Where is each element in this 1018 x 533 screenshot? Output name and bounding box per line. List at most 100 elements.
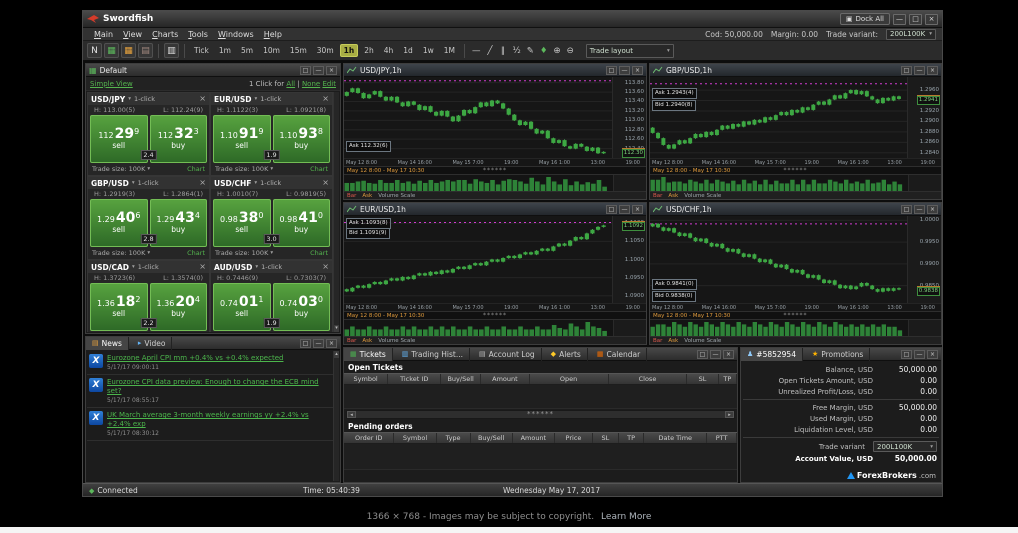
buy-button[interactable]: 1.36 20 4 buy — [149, 283, 207, 331]
sell-button[interactable]: 1.36 18 2 sell — [90, 283, 148, 331]
menu-tools[interactable]: Tools — [183, 30, 213, 39]
menu-view[interactable]: View — [118, 30, 147, 39]
chart-range-scrollbar[interactable]: May 12 8:00 - May 17 10:30 ****** — [650, 166, 941, 175]
chart-mode-bar[interactable]: Bar Ask Volume Scale — [344, 336, 646, 344]
close-icon[interactable]: × — [632, 65, 643, 75]
pair-selector[interactable]: USD/CAD — [91, 263, 129, 272]
menu-help[interactable]: Help — [259, 30, 287, 39]
column-header[interactable]: Order ID — [344, 433, 395, 443]
tab-account-number[interactable]: ♟ #5852954 — [741, 348, 803, 361]
one-click-none-link[interactable]: None — [302, 80, 320, 88]
column-header[interactable]: SL — [687, 374, 719, 384]
news-window-icon[interactable]: N — [87, 43, 102, 58]
news-item[interactable]: X UK March average 3-month weekly earnin… — [87, 408, 333, 442]
pair-selector[interactable]: EUR/USD — [214, 95, 251, 104]
minimize-icon[interactable]: — — [619, 204, 630, 214]
column-header[interactable]: Date Time — [644, 433, 708, 443]
menu-windows[interactable]: Windows — [213, 30, 259, 39]
column-header[interactable]: SL — [593, 433, 619, 443]
scroll-up-icon[interactable]: ▴ — [334, 351, 339, 358]
minimize-icon[interactable]: — — [914, 349, 925, 359]
chart-link[interactable]: Chart — [310, 249, 328, 257]
chart-plot[interactable]: Ask 1.1093(8) Bid 1.1091(9) — [344, 216, 613, 303]
chart-type-icon[interactable]: ▥ — [164, 43, 179, 58]
trade-size-select[interactable]: Trade size: 100K ▾ — [215, 249, 273, 257]
news-headline[interactable]: Eurozone April CPI mm +0.4% vs +0.4% exp… — [107, 354, 283, 363]
restore-icon[interactable]: □ — [697, 349, 708, 359]
news-item[interactable]: X Eurozone April CPI mm +0.4% vs +0.4% e… — [87, 351, 333, 376]
trade-variant-select[interactable]: 200L100K ▾ — [886, 28, 936, 40]
dock-all-button[interactable]: ▣ Dock All — [839, 13, 890, 25]
column-header[interactable]: Buy/Sell — [441, 374, 482, 384]
column-header[interactable]: Open — [530, 374, 609, 384]
pair-selector[interactable]: USD/CHF — [214, 179, 251, 188]
zoom-out-icon[interactable]: ⊖ — [565, 46, 576, 56]
indicator-lab-icon[interactable]: ♦ — [538, 46, 550, 56]
buy-button[interactable]: 1.10 93 8 buy — [272, 115, 330, 163]
chart-plot[interactable]: Ask 112.32(6) — [344, 77, 613, 158]
close-icon[interactable]: × — [199, 95, 206, 103]
minimize-icon[interactable]: — — [313, 65, 324, 75]
minimize-button[interactable]: — — [893, 13, 906, 25]
column-header[interactable]: PTT — [707, 433, 737, 443]
chart-link[interactable]: Chart — [187, 249, 205, 257]
column-header[interactable]: Symbol — [344, 374, 389, 384]
timeframe-1h[interactable]: 1h — [339, 44, 359, 57]
one-click-toggle[interactable]: 1-click — [260, 179, 281, 187]
news-headline[interactable]: UK March average 3-month weekly earnings… — [107, 411, 331, 429]
scroll-right-icon[interactable]: ▸ — [725, 411, 734, 418]
restore-icon[interactable]: □ — [606, 204, 617, 214]
channel-tool-icon[interactable]: ∥ — [497, 46, 508, 56]
restore-icon[interactable]: □ — [901, 65, 912, 75]
horizontal-scrollbar[interactable]: ◂ ****** ▸ — [346, 410, 735, 419]
pair-selector[interactable]: GBP/USD — [91, 179, 129, 188]
close-icon[interactable]: × — [199, 179, 206, 187]
buy-button[interactable]: 0.98 41 0 buy — [272, 199, 330, 247]
news-scrollbar[interactable]: ▴ — [333, 351, 339, 481]
minimize-icon[interactable]: — — [914, 204, 925, 214]
news-item[interactable]: X Eurozone CPI data preview: Enough to c… — [87, 375, 333, 409]
pair-selector[interactable]: AUD/USD — [214, 263, 252, 272]
trade-size-select[interactable]: Trade size: 100K ▾ — [215, 165, 273, 173]
tab-trading-history[interactable]: ▥ Trading Hist... — [396, 348, 470, 361]
one-click-toggle[interactable]: 1-click — [138, 263, 159, 271]
one-click-toggle[interactable]: 1-click — [261, 263, 282, 271]
chart-range-scrollbar[interactable]: May 12 8:00 - May 17 10:30 ****** — [344, 166, 646, 175]
chart-link[interactable]: Chart — [187, 165, 205, 173]
close-icon[interactable]: × — [326, 65, 337, 75]
menu-charts[interactable]: Charts — [147, 30, 183, 39]
trade-size-select[interactable]: Trade size: 100K ▾ — [92, 249, 150, 257]
news-headline[interactable]: Eurozone CPI data preview: Enough to cha… — [107, 378, 331, 396]
one-click-toggle[interactable]: 1-click — [138, 179, 159, 187]
close-icon[interactable]: × — [322, 263, 329, 271]
scrollbar-handle[interactable]: ****** — [784, 312, 808, 319]
one-click-all-link[interactable]: All — [286, 80, 295, 88]
scrollbar-handle[interactable]: ****** — [483, 167, 507, 174]
column-header[interactable]: Type — [437, 433, 471, 443]
scrollbar-handle[interactable]: ****** — [527, 411, 554, 418]
close-icon[interactable]: × — [723, 349, 734, 359]
buy-button[interactable]: 112 32 3 buy — [149, 115, 207, 163]
column-header[interactable]: Buy/Sell — [471, 433, 513, 443]
close-icon[interactable]: × — [326, 338, 337, 348]
trade-size-select[interactable]: Trade size: 100K ▾ — [92, 165, 150, 173]
sell-button[interactable]: 112 29 9 sell — [90, 115, 148, 163]
close-icon[interactable]: × — [927, 349, 938, 359]
tab-calendar[interactable]: ▦ Calendar — [591, 348, 648, 361]
close-icon[interactable]: × — [322, 179, 329, 187]
chart-plot[interactable]: Ask 0.9841(0) Bid 0.9838(0) — [650, 216, 908, 303]
close-icon[interactable]: × — [199, 263, 206, 271]
timeframe-10m[interactable]: 10m — [259, 44, 284, 57]
chart-link[interactable]: Chart — [310, 165, 328, 173]
column-header[interactable]: Amount — [481, 374, 530, 384]
close-icon[interactable]: × — [927, 204, 938, 214]
buy-button[interactable]: 1.29 43 4 buy — [149, 199, 207, 247]
calendar-icon[interactable]: ▦ — [121, 43, 136, 58]
horizontal-line-tool-icon[interactable]: — — [470, 46, 483, 56]
tab-video[interactable]: ▸ Video — [132, 337, 173, 350]
restore-icon[interactable]: □ — [300, 65, 311, 75]
scrollbar-handle[interactable]: ****** — [483, 312, 507, 319]
quote-board-scrollbar[interactable]: ▾ — [333, 92, 339, 332]
close-icon[interactable]: × — [927, 65, 938, 75]
restore-icon[interactable]: □ — [901, 349, 912, 359]
